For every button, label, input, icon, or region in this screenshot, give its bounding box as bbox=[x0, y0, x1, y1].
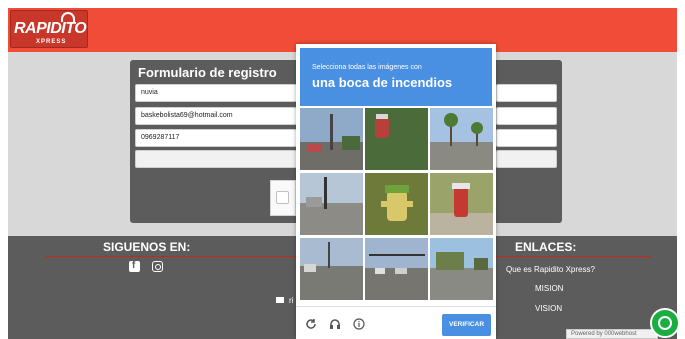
challenge-footer-divider bbox=[296, 306, 496, 307]
headphones-icon[interactable] bbox=[329, 318, 341, 330]
phone-field-right-part[interactable] bbox=[496, 129, 557, 147]
challenge-instruction: Selecciona todas las imágenes con bbox=[312, 64, 422, 71]
captcha-tile-2[interactable] bbox=[365, 108, 428, 170]
email-field[interactable]: baskebolista69@hotmail.com bbox=[135, 107, 297, 125]
name-field-right-part[interactable] bbox=[496, 84, 557, 102]
email-field-right-part[interactable] bbox=[496, 107, 557, 125]
whatsapp-button[interactable] bbox=[650, 308, 680, 338]
empty-field-right-part[interactable] bbox=[496, 150, 557, 168]
name-field[interactable]: nuvia bbox=[135, 84, 297, 102]
captcha-tile-3[interactable] bbox=[430, 108, 493, 170]
links-divider bbox=[496, 256, 651, 257]
link-about[interactable]: Que es Rapidito Xpress? bbox=[506, 265, 595, 274]
captcha-tile-7[interactable] bbox=[300, 238, 363, 300]
powered-by-badge[interactable]: Powered by 000webhost bbox=[566, 329, 658, 339]
facebook-icon[interactable]: f bbox=[129, 260, 140, 272]
captcha-tile-1[interactable] bbox=[300, 108, 363, 170]
info-icon[interactable] bbox=[353, 318, 365, 330]
logo-subtext: XPRESS bbox=[36, 39, 67, 45]
whatsapp-icon bbox=[658, 316, 672, 330]
captcha-tile-6[interactable] bbox=[430, 173, 493, 235]
phone-field[interactable]: 0969287117 bbox=[135, 129, 297, 147]
captcha-tile-8[interactable] bbox=[365, 238, 428, 300]
mail-icon bbox=[276, 297, 284, 303]
brand-logo[interactable]: RAPIDITO XPRESS bbox=[10, 10, 88, 48]
link-vision[interactable]: VISION bbox=[535, 304, 562, 313]
captcha-tile-9[interactable] bbox=[430, 238, 493, 300]
instagram-icon[interactable] bbox=[152, 261, 163, 272]
captcha-challenge-dialog: Selecciona todas las imágenes con una bo… bbox=[296, 44, 496, 339]
recaptcha-checkbox[interactable] bbox=[276, 191, 289, 204]
empty-field[interactable] bbox=[135, 150, 297, 168]
logo-text: RAPIDITO bbox=[14, 20, 87, 37]
mail-text: ri bbox=[289, 296, 294, 305]
captcha-tile-4[interactable] bbox=[300, 173, 363, 235]
social-heading: SIGUENOS EN: bbox=[103, 240, 191, 254]
verify-button[interactable]: VERIFICAR bbox=[442, 314, 491, 336]
link-mision[interactable]: MISION bbox=[535, 284, 563, 293]
links-heading: ENLACES: bbox=[515, 240, 577, 254]
reload-icon[interactable] bbox=[305, 318, 317, 330]
captcha-tile-5[interactable] bbox=[365, 173, 428, 235]
challenge-target: una boca de incendios bbox=[312, 75, 453, 90]
challenge-header: Selecciona todas las imágenes con una bo… bbox=[300, 48, 492, 106]
social-divider bbox=[45, 256, 296, 257]
form-title: Formulario de registro bbox=[138, 65, 277, 80]
